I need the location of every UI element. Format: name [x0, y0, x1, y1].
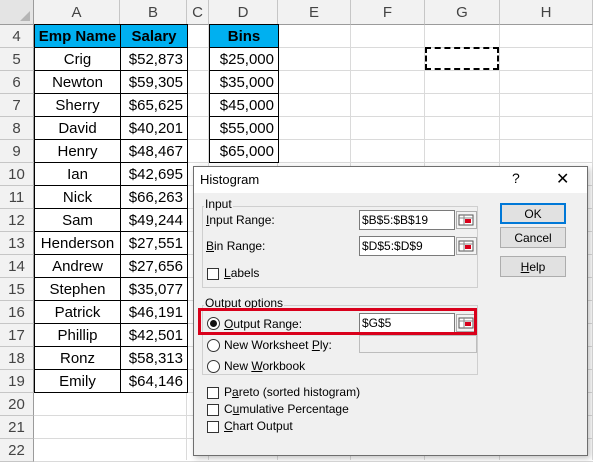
column-header-e[interactable]: E	[278, 0, 351, 25]
employee-name-cell[interactable]: Emily	[34, 369, 121, 393]
header-emp-name[interactable]: Emp Name	[34, 24, 121, 48]
bin-cell[interactable]: $25,000	[209, 47, 279, 71]
bin-cell[interactable]: $65,000	[209, 139, 279, 163]
header-bins[interactable]: Bins	[209, 24, 279, 48]
salary-cell[interactable]: $49,244	[120, 208, 188, 232]
row-header-12[interactable]: 12	[0, 209, 34, 232]
row-header-16[interactable]: 16	[0, 301, 34, 324]
column-header-g[interactable]: G	[425, 0, 500, 25]
pareto-label: Pareto (sorted histogram)	[224, 385, 361, 399]
employee-name-cell[interactable]: Henry	[34, 139, 121, 163]
row-header-8[interactable]: 8	[0, 117, 34, 140]
histogram-dialog: Histogram ? ✕ Input Input Range: $B$5:$B…	[193, 166, 588, 456]
row-header-19[interactable]: 19	[0, 370, 34, 393]
employee-name-cell[interactable]: David	[34, 116, 121, 140]
salary-cell[interactable]: $42,695	[120, 162, 188, 186]
bin-cell[interactable]: $55,000	[209, 116, 279, 140]
bin-cell[interactable]: $35,000	[209, 70, 279, 94]
new-worksheet-radio[interactable]	[207, 339, 220, 352]
labels-label: Labels	[224, 266, 260, 280]
employee-name-cell[interactable]: Henderson	[34, 231, 121, 255]
row-header-5[interactable]: 5	[0, 48, 34, 71]
salary-cell[interactable]: $27,656	[120, 254, 188, 278]
range-selector-icon	[458, 240, 474, 252]
row-header-6[interactable]: 6	[0, 71, 34, 94]
input-range-field[interactable]: $B$5:$B$19	[359, 210, 455, 230]
help-question-icon[interactable]: ?	[512, 170, 520, 186]
row-header-14[interactable]: 14	[0, 255, 34, 278]
employee-name-cell[interactable]: Sherry	[34, 93, 121, 117]
employee-name-cell[interactable]: Newton	[34, 70, 121, 94]
close-icon[interactable]: ✕	[556, 169, 569, 189]
cumulative-percentage-checkbox[interactable]	[207, 404, 219, 416]
chart-output-label: Chart Output	[224, 419, 293, 433]
chart-output-checkbox[interactable]	[207, 421, 219, 433]
cumulative-percentage-label: Cumulative Percentage	[224, 402, 349, 416]
new-worksheet-field[interactable]	[359, 335, 477, 353]
salary-cell[interactable]: $40,201	[120, 116, 188, 140]
salary-cell[interactable]: $64,146	[120, 369, 188, 393]
input-range-collapse-button[interactable]	[456, 211, 477, 229]
input-range-label: Input Range:	[206, 213, 275, 227]
employee-name-cell[interactable]: Stephen	[34, 277, 121, 301]
bin-cell[interactable]: $45,000	[209, 93, 279, 117]
labels-checkbox[interactable]	[207, 268, 219, 280]
column-header-h[interactable]: H	[500, 0, 593, 25]
cancel-button[interactable]: Cancel	[500, 227, 566, 248]
copy-marquee-g5	[425, 47, 499, 70]
employee-name-cell[interactable]: Ian	[34, 162, 121, 186]
salary-cell[interactable]: $46,191	[120, 300, 188, 324]
row-header-10[interactable]: 10	[0, 163, 34, 186]
employee-name-cell[interactable]: Sam	[34, 208, 121, 232]
row-header-20[interactable]: 20	[0, 393, 34, 416]
column-header-c[interactable]: C	[187, 0, 209, 25]
column-header-b[interactable]: B	[120, 0, 187, 25]
employee-name-cell[interactable]: Ronz	[34, 346, 121, 370]
header-salary[interactable]: Salary	[120, 24, 188, 48]
bin-range-label: Bin Range:	[206, 239, 266, 253]
employee-name-cell[interactable]: Nick	[34, 185, 121, 209]
salary-cell[interactable]: $48,467	[120, 139, 188, 163]
new-worksheet-label: New Worksheet Ply:	[224, 338, 332, 352]
select-all-corner[interactable]	[0, 0, 34, 25]
employee-name-cell[interactable]: Crig	[34, 47, 121, 71]
row-header-21[interactable]: 21	[0, 416, 34, 439]
row-header-9[interactable]: 9	[0, 140, 34, 163]
row-header-22[interactable]: 22	[0, 439, 34, 462]
range-selector-icon	[458, 214, 474, 226]
salary-cell[interactable]: $27,551	[120, 231, 188, 255]
column-header-f[interactable]: F	[351, 0, 425, 25]
salary-cell[interactable]: $52,873	[120, 47, 188, 71]
employee-name-cell[interactable]: Phillip	[34, 323, 121, 347]
row-header-4[interactable]: 4	[0, 25, 34, 48]
bin-range-collapse-button[interactable]	[456, 237, 477, 255]
ok-button[interactable]: OK	[500, 203, 566, 224]
row-header-18[interactable]: 18	[0, 347, 34, 370]
output-range-highlight	[198, 308, 477, 335]
row-header-15[interactable]: 15	[0, 278, 34, 301]
column-header-d[interactable]: D	[209, 0, 278, 25]
bin-range-field[interactable]: $D$5:$D$9	[359, 236, 455, 256]
row-header-17[interactable]: 17	[0, 324, 34, 347]
salary-cell[interactable]: $58,313	[120, 346, 188, 370]
input-group-label: Input	[204, 197, 233, 211]
dialog-titlebar[interactable]: Histogram ? ✕	[194, 167, 587, 193]
salary-cell[interactable]: $59,305	[120, 70, 188, 94]
row-header-7[interactable]: 7	[0, 94, 34, 117]
row-header-11[interactable]: 11	[0, 186, 34, 209]
new-workbook-radio[interactable]	[207, 360, 220, 373]
dialog-title: Histogram	[200, 172, 260, 187]
row-header-13[interactable]: 13	[0, 232, 34, 255]
salary-cell[interactable]: $35,077	[120, 277, 188, 301]
employee-name-cell[interactable]: Patrick	[34, 300, 121, 324]
salary-cell[interactable]: $66,263	[120, 185, 188, 209]
pareto-checkbox[interactable]	[207, 387, 219, 399]
new-workbook-label: New Workbook	[224, 359, 306, 373]
column-header-a[interactable]: A	[34, 0, 120, 25]
salary-cell[interactable]: $42,501	[120, 323, 188, 347]
help-button[interactable]: Help	[500, 256, 566, 277]
salary-cell[interactable]: $65,625	[120, 93, 188, 117]
employee-name-cell[interactable]: Andrew	[34, 254, 121, 278]
